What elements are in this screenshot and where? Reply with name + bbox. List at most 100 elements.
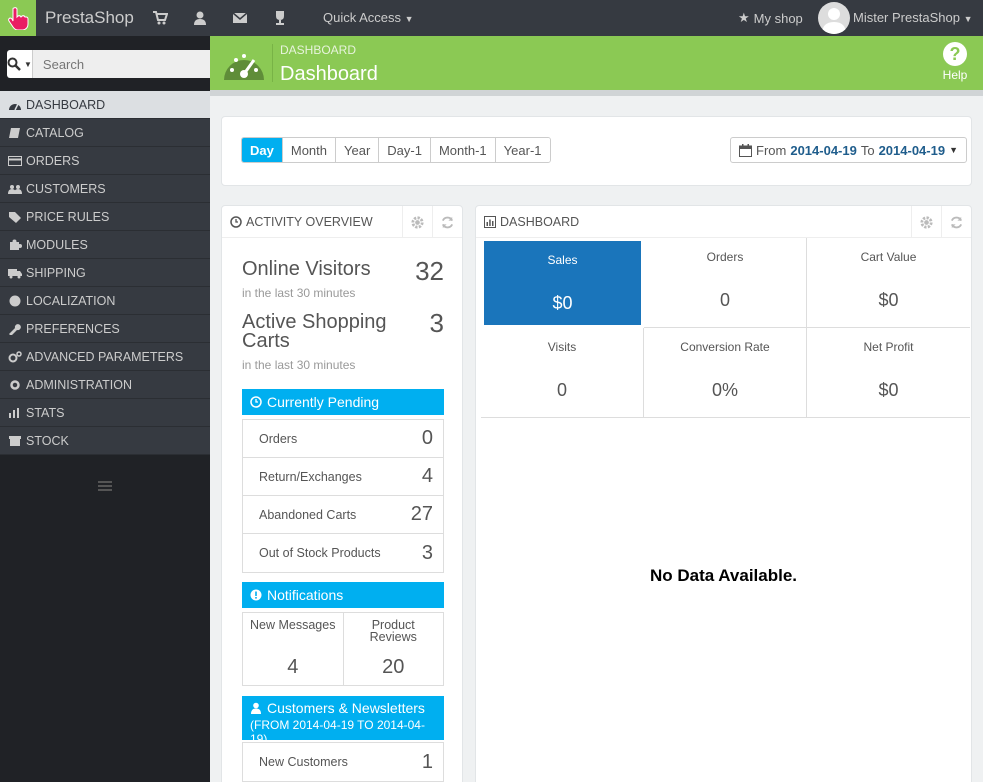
kpi-value: 0% [711,380,738,400]
currently-pending-title: Currently Pending [267,394,380,410]
kpi-value: $0 [878,290,899,310]
exclamation-circle-icon [250,589,262,601]
envelope-icon[interactable] [232,10,248,26]
my-shop-label: My shop [753,10,803,26]
logo-button[interactable] [0,0,36,36]
no-data-message: No Data Available. [649,566,798,585]
globe-icon [9,295,21,306]
sidebar-item-stock[interactable]: Stock [0,427,210,455]
sidebar-item-label: Shipping [26,265,86,280]
search-input[interactable] [32,50,219,78]
sidebar-item-shipping[interactable]: Shipping [0,259,210,287]
user-icon [251,702,261,714]
row-label: Out of Stock Products [259,546,381,560]
avatar[interactable] [818,2,850,34]
kpi-net-profit[interactable]: Net Profit $0 [807,328,970,418]
new-messages-value: 4 [287,656,299,678]
from-label: From [756,142,787,158]
sidebar-item-customers[interactable]: Customers [0,175,210,203]
notifications-box: New Messages 4 Product Reviews 20 [242,612,444,686]
trophy-icon[interactable] [272,10,288,26]
refresh-button[interactable] [941,206,971,238]
pending-out-of-stock-row[interactable]: Out of Stock Products 3 [243,534,443,572]
pending-returns-row[interactable]: Return/Exchanges 4 [243,458,443,496]
new-messages-label: New Messages [250,618,336,632]
active-carts-label-2: Carts [242,330,290,352]
puzzle-icon [10,239,22,250]
book-icon [9,127,20,138]
sidebar-item-stats[interactable]: Stats [0,399,210,427]
row-label: New Customers [259,755,348,769]
breadcrumb[interactable]: Dashboard [280,43,356,57]
sidebar-item-price-rules[interactable]: Price Rules [0,203,210,231]
from-date: 2014-04-19 [790,142,857,158]
help-label: Help [942,68,968,82]
kpi-value: $0 [878,380,899,400]
online-visitors-label: Online Visitors [242,258,371,280]
bar-chart-icon [9,407,19,418]
kpi-value: 0 [556,380,567,400]
help-button[interactable]: ? Help [938,42,972,82]
clock-icon [230,215,242,228]
user-menu[interactable]: Mister PrestaShop ▼ [853,10,972,25]
sidebar-item-modules[interactable]: Modules [0,231,210,259]
search-box: ▼ [7,50,219,78]
refresh-button[interactable] [432,206,462,238]
pending-orders-row[interactable]: Orders 0 [243,420,443,458]
sidebar-item-administration[interactable]: Administration [0,371,210,399]
kpi-conversion-rate[interactable]: Conversion Rate 0% [644,328,807,418]
search-type-button[interactable]: ▼ [7,50,33,78]
new-customers-row[interactable]: New Customers 1 [243,743,443,781]
period-year-minus-1-button[interactable]: Year-1 [495,138,550,162]
sidebar-item-label: Customers [26,181,106,196]
period-day-button[interactable]: Day [242,138,283,162]
dashboard-icon [9,103,21,110]
period-month-button[interactable]: Month [282,138,336,162]
panel-title: Dashboard [500,214,580,229]
kpi-label: Sales [547,253,578,267]
row-value: 4 [421,465,433,487]
kpi-visits[interactable]: Visits 0 [481,328,644,418]
new-messages-cell[interactable]: New Messages 4 [243,613,344,685]
product-reviews-cell[interactable]: Product Reviews 20 [344,613,444,685]
configure-button[interactable] [911,206,941,238]
sidebar-item-advanced-parameters[interactable]: Advanced Parameters [0,343,210,371]
period-day-minus-1-button[interactable]: Day-1 [379,138,431,162]
caret-down-icon: ▼ [949,145,958,155]
collapse-menu-icon[interactable] [98,481,112,491]
dashboard-gauge-icon [224,54,264,80]
kpi-value: 0 [719,290,730,310]
sidebar-item-catalog[interactable]: Catalog [0,119,210,147]
kpi-sales[interactable]: Sales $0 [481,238,644,328]
quick-access-dropdown[interactable]: Quick Access ▼ [323,10,414,25]
sidebar-item-label: Orders [26,153,80,168]
user-name: Mister PrestaShop [853,10,960,25]
cart-icon[interactable] [152,10,168,26]
sidebar-item-dashboard[interactable]: Dashboard [0,91,210,119]
sidebar-item-localization[interactable]: Localization [0,287,210,315]
pending-abandoned-carts-row[interactable]: Abandoned Carts 27 [243,496,443,534]
sidebar-item-orders[interactable]: Orders [0,147,210,175]
period-year-button[interactable]: Year [336,138,380,162]
my-shop-link[interactable]: ★ My shop [738,10,803,26]
configure-button[interactable] [402,206,432,238]
product-reviews-label-2: Reviews [369,630,417,644]
truck-icon [8,268,22,278]
brand-name: PrestaShop [45,8,134,27]
online-visitors-value: 32 [415,256,444,286]
tags-icon [9,211,21,223]
kpi-label: Cart Value [860,250,917,264]
date-range-button[interactable]: From 2014-04-19 To 2014-04-19 ▼ [730,137,967,163]
clock-icon [250,396,262,408]
notifications-title: Notifications [267,587,344,603]
sidebar-item-label: Catalog [26,125,84,140]
refresh-icon [950,216,963,228]
user-icon[interactable] [192,10,208,26]
quick-access-label: Quick Access [323,10,402,25]
row-value: 3 [421,541,433,564]
caret-down-icon: ▼ [404,14,414,24]
sidebar-item-preferences[interactable]: Preferences [0,315,210,343]
period-month-minus-1-button[interactable]: Month-1 [430,138,496,162]
kpi-orders[interactable]: Orders 0 [644,238,807,328]
kpi-cart-value[interactable]: Cart Value $0 [807,238,970,328]
